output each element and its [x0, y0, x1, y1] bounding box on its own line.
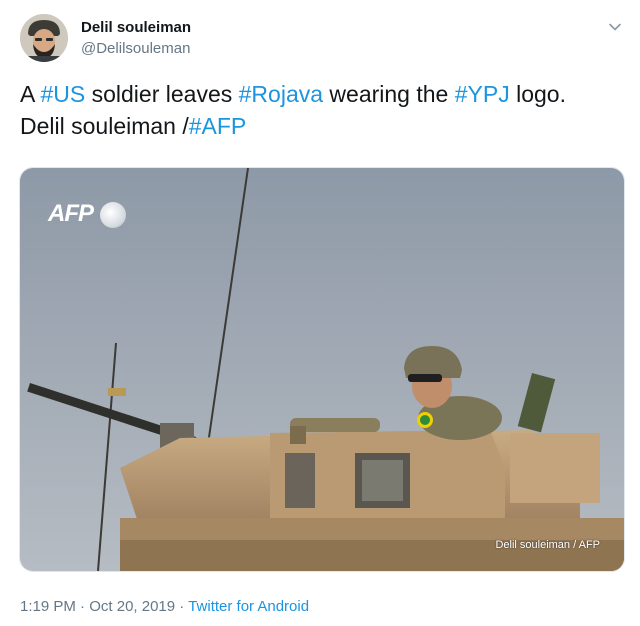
meta-separator: · — [75, 598, 90, 615]
hashtag-rojava[interactable]: #Rojava — [239, 81, 323, 107]
tweet-source-link[interactable]: Twitter for Android — [188, 598, 309, 615]
hashtag-us[interactable]: #US — [40, 81, 85, 107]
avatar[interactable] — [20, 14, 68, 62]
photo-soldier-vehicle — [20, 168, 624, 571]
chevron-down-icon[interactable] — [606, 18, 624, 36]
afp-logo: AFP — [48, 200, 94, 227]
tweet-date[interactable]: Oct 20, 2019 — [89, 598, 175, 615]
meta-separator: · — [175, 598, 189, 615]
tweet-time[interactable]: 1:19 PM — [20, 598, 76, 615]
tweet-text-segment: soldier leaves — [85, 81, 239, 107]
tweet-meta: 1:19 PM · Oct 20, 2019 · Twitter for And… — [20, 598, 309, 615]
tweet-photo[interactable]: AFP Delil souleiman / AFP — [19, 167, 625, 572]
hashtag-ypj[interactable]: #YPJ — [455, 81, 510, 107]
tweet-text-segment: logo. — [509, 81, 566, 107]
afp-globe-icon — [100, 202, 126, 228]
display-name[interactable]: Delil souleiman — [81, 19, 191, 36]
tweet-text-segment: wearing the — [323, 81, 455, 107]
tweet-card: Delil souleiman @Delilsouleman A #US sol… — [0, 0, 640, 626]
photo-credit: Delil souleiman / AFP — [495, 539, 600, 551]
avatar-image — [20, 14, 68, 62]
tweet-text: A #US soldier leaves #Rojava wearing the… — [20, 78, 620, 142]
tweet-text-segment: Delil souleiman / — [20, 113, 189, 139]
user-handle[interactable]: @Delilsouleman — [81, 40, 190, 57]
tweet-text-segment: A — [20, 81, 41, 107]
hashtag-afp[interactable]: #AFP — [189, 113, 247, 139]
